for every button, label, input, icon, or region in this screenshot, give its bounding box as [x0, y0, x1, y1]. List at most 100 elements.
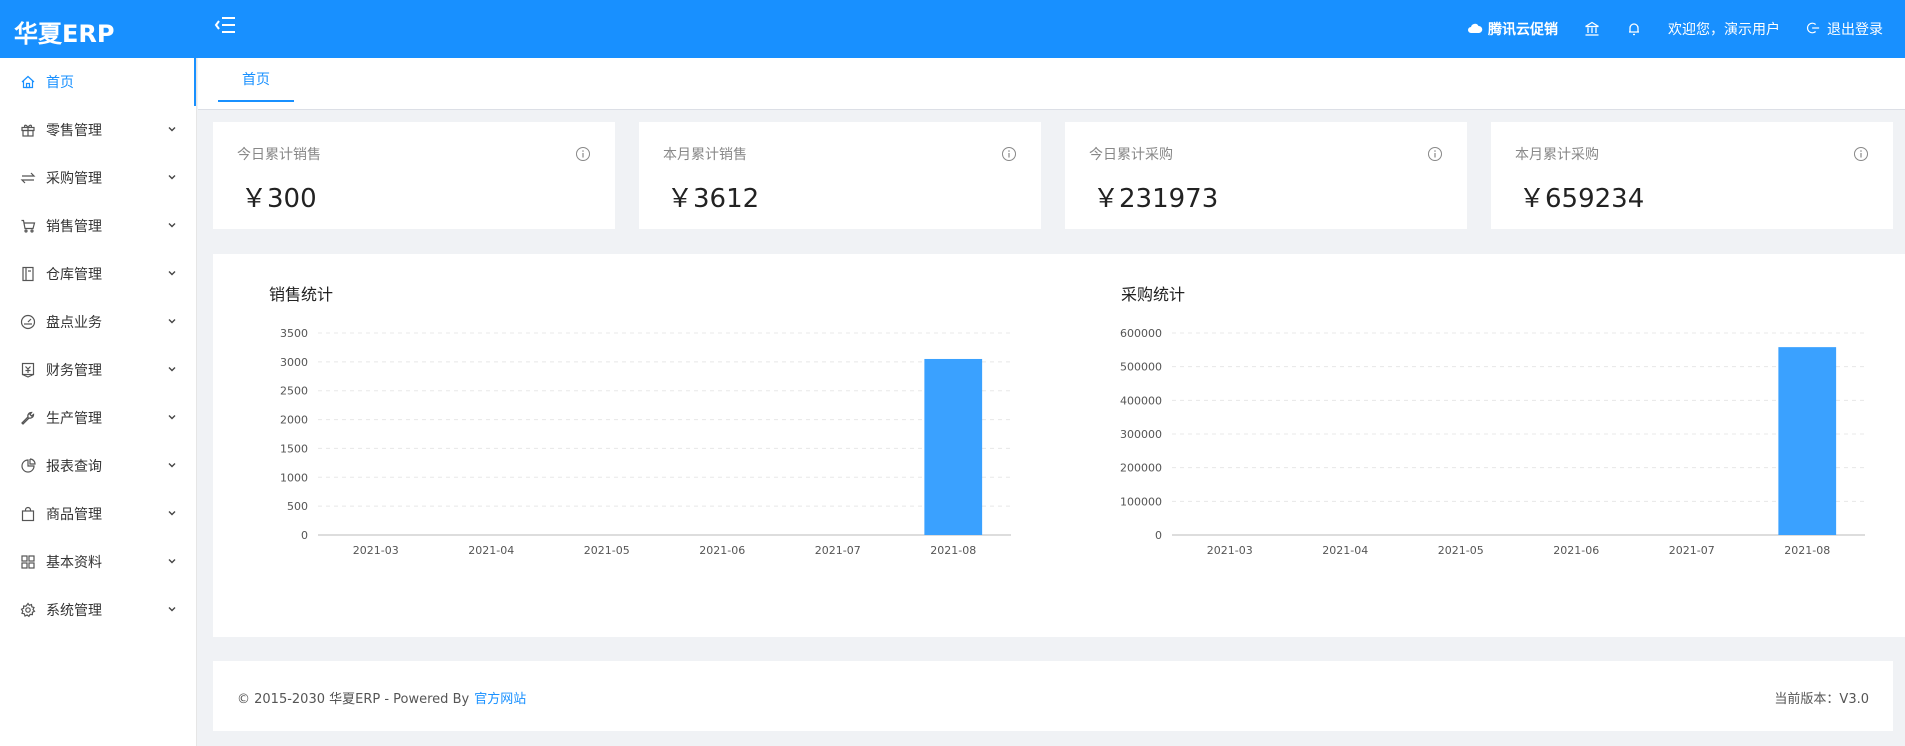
sidebar-item[interactable]: 首页	[0, 58, 196, 106]
sidebar-item[interactable]: 报表查询	[0, 442, 196, 490]
x-tick-label: 2021-03	[1207, 544, 1253, 557]
tab-bar: 首页	[198, 58, 1905, 110]
x-tick-label: 2021-05	[1438, 544, 1484, 557]
chevron-down-icon	[166, 555, 178, 567]
sidebar-item[interactable]: 采购管理	[0, 154, 196, 202]
chevron-down-icon	[166, 171, 178, 183]
x-tick-label: 2021-03	[353, 544, 399, 557]
sidebar-item-label: 盘点业务	[46, 315, 102, 331]
chevron-down-icon	[166, 219, 178, 231]
gift-icon	[20, 122, 36, 138]
sidebar-item[interactable]: 基本资料	[0, 538, 196, 586]
sidebar-item-label: 生产管理	[46, 411, 102, 427]
bar	[924, 358, 983, 535]
sales-chart-card: 销售统计 0 500 1000 1500 2000 2500 3000 3500 2021-03…	[213, 254, 1065, 637]
app-logo[interactable]: 华夏ERP	[14, 14, 114, 49]
header-actions: 腾讯云促销 欢迎您，演示用户 退出登录	[1441, 0, 1883, 58]
chevron-down-icon	[166, 411, 178, 423]
stat-label: 本月累计销售	[663, 147, 747, 163]
y-tick-label: 2000	[280, 414, 308, 427]
x-tick-label: 2021-07	[815, 544, 861, 557]
logout-label: 退出登录	[1827, 22, 1883, 38]
tool-icon	[20, 410, 36, 426]
logout-icon	[1806, 21, 1822, 37]
money-collect-icon	[20, 362, 36, 378]
chevron-down-icon	[166, 315, 178, 327]
y-tick-label: 500	[287, 500, 308, 513]
welcome-label: 欢迎您，演示用户	[1668, 22, 1780, 38]
logout-button[interactable]: 退出登录	[1806, 19, 1883, 39]
chevron-down-icon	[166, 603, 178, 615]
dashboard-icon	[20, 314, 36, 330]
version-label: 当前版本：V3.0	[1774, 692, 1869, 707]
y-tick-label: 0	[301, 529, 308, 542]
bank-button[interactable]	[1584, 21, 1600, 37]
chevron-down-icon	[166, 267, 178, 279]
y-tick-label: 1500	[280, 442, 308, 455]
notification-button[interactable]	[1626, 21, 1642, 37]
sidebar-item[interactable]: 系统管理	[0, 586, 196, 634]
info-circle-icon[interactable]	[1001, 146, 1017, 162]
y-tick-label: 3500	[280, 327, 308, 340]
bank-icon	[1584, 21, 1600, 37]
stat-label: 今日累计采购	[1089, 147, 1173, 163]
x-tick-label: 2021-04	[468, 544, 514, 557]
y-tick-label: 300000	[1120, 428, 1162, 441]
promo-label: 腾讯云促销	[1488, 22, 1558, 38]
stat-value: ￥231973	[1093, 184, 1219, 214]
sidebar-item-label: 首页	[46, 75, 74, 91]
x-tick-label: 2021-05	[584, 544, 630, 557]
y-tick-label: 100000	[1120, 495, 1162, 508]
menu-fold-icon[interactable]	[214, 14, 238, 38]
sidebar-item-label: 零售管理	[46, 123, 102, 139]
y-tick-label: 1000	[280, 471, 308, 484]
sidebar-item[interactable]: 仓库管理	[0, 250, 196, 298]
info-circle-icon[interactable]	[1427, 146, 1443, 162]
sidebar-item[interactable]: 生产管理	[0, 394, 196, 442]
stat-card-today-sales: 今日累计销售 ￥300	[213, 122, 615, 229]
tab-home[interactable]: 首页	[218, 58, 294, 102]
sales-bar-chart: 0 500 1000 1500 2000 2500 3000 3500 2021-03 2021-…	[280, 327, 1011, 557]
chevron-down-icon	[166, 123, 178, 135]
top-header: 华夏ERP 腾讯云促销 欢迎您，演示用户 退出登录	[0, 0, 1905, 58]
home-icon	[20, 74, 36, 90]
bar	[1778, 347, 1837, 535]
chevron-down-icon	[166, 459, 178, 471]
book-icon	[20, 266, 36, 282]
shopping-bag-icon	[20, 506, 36, 522]
footer-copyright: © 2015-2030 华夏ERP - Powered By 官方网站	[237, 688, 526, 707]
pie-chart-icon	[20, 458, 36, 474]
promo-link[interactable]: 腾讯云促销	[1467, 19, 1558, 39]
y-tick-label: 200000	[1120, 462, 1162, 475]
footer: © 2015-2030 华夏ERP - Powered By 官方网站 当前版本：…	[213, 661, 1893, 731]
copyright-text: © 2015-2030 华夏ERP - Powered By	[237, 692, 470, 707]
sidebar-item-label: 商品管理	[46, 507, 102, 523]
sidebar-item[interactable]: 零售管理	[0, 106, 196, 154]
purchase-chart-card: 采购统计 0 100000 200000 300000 400000 500000 6000…	[1065, 254, 1905, 637]
sidebar-item[interactable]: 盘点业务	[0, 298, 196, 346]
sidebar-item[interactable]: 商品管理	[0, 490, 196, 538]
stat-value: ￥659234	[1519, 184, 1645, 214]
sidebar-item[interactable]: 销售管理	[0, 202, 196, 250]
info-circle-icon[interactable]	[1853, 146, 1869, 162]
sidebar-item-label: 财务管理	[46, 363, 102, 379]
stat-value: ￥3612	[667, 184, 760, 214]
setting-icon	[20, 602, 36, 618]
y-tick-label: 500000	[1120, 361, 1162, 374]
sidebar-item-label: 销售管理	[46, 219, 102, 235]
info-circle-icon[interactable]	[575, 146, 591, 162]
stat-label: 今日累计销售	[237, 147, 321, 163]
sidebar-item[interactable]: 财务管理	[0, 346, 196, 394]
x-tick-label: 2021-08	[930, 544, 976, 557]
y-tick-label: 0	[1155, 529, 1162, 542]
sidebar: 首页零售管理采购管理销售管理仓库管理盘点业务财务管理生产管理报表查询商品管理基本…	[0, 58, 197, 746]
sidebar-item-label: 采购管理	[46, 171, 102, 187]
x-tick-label: 2021-06	[699, 544, 745, 557]
x-tick-label: 2021-08	[1784, 544, 1830, 557]
user-welcome[interactable]: 欢迎您，演示用户	[1668, 19, 1780, 39]
official-site-link[interactable]: 官方网站	[474, 692, 526, 707]
stat-label: 本月累计采购	[1515, 147, 1599, 163]
cloud-icon	[1467, 21, 1483, 37]
y-tick-label: 600000	[1120, 327, 1162, 340]
bell-icon	[1626, 21, 1642, 37]
